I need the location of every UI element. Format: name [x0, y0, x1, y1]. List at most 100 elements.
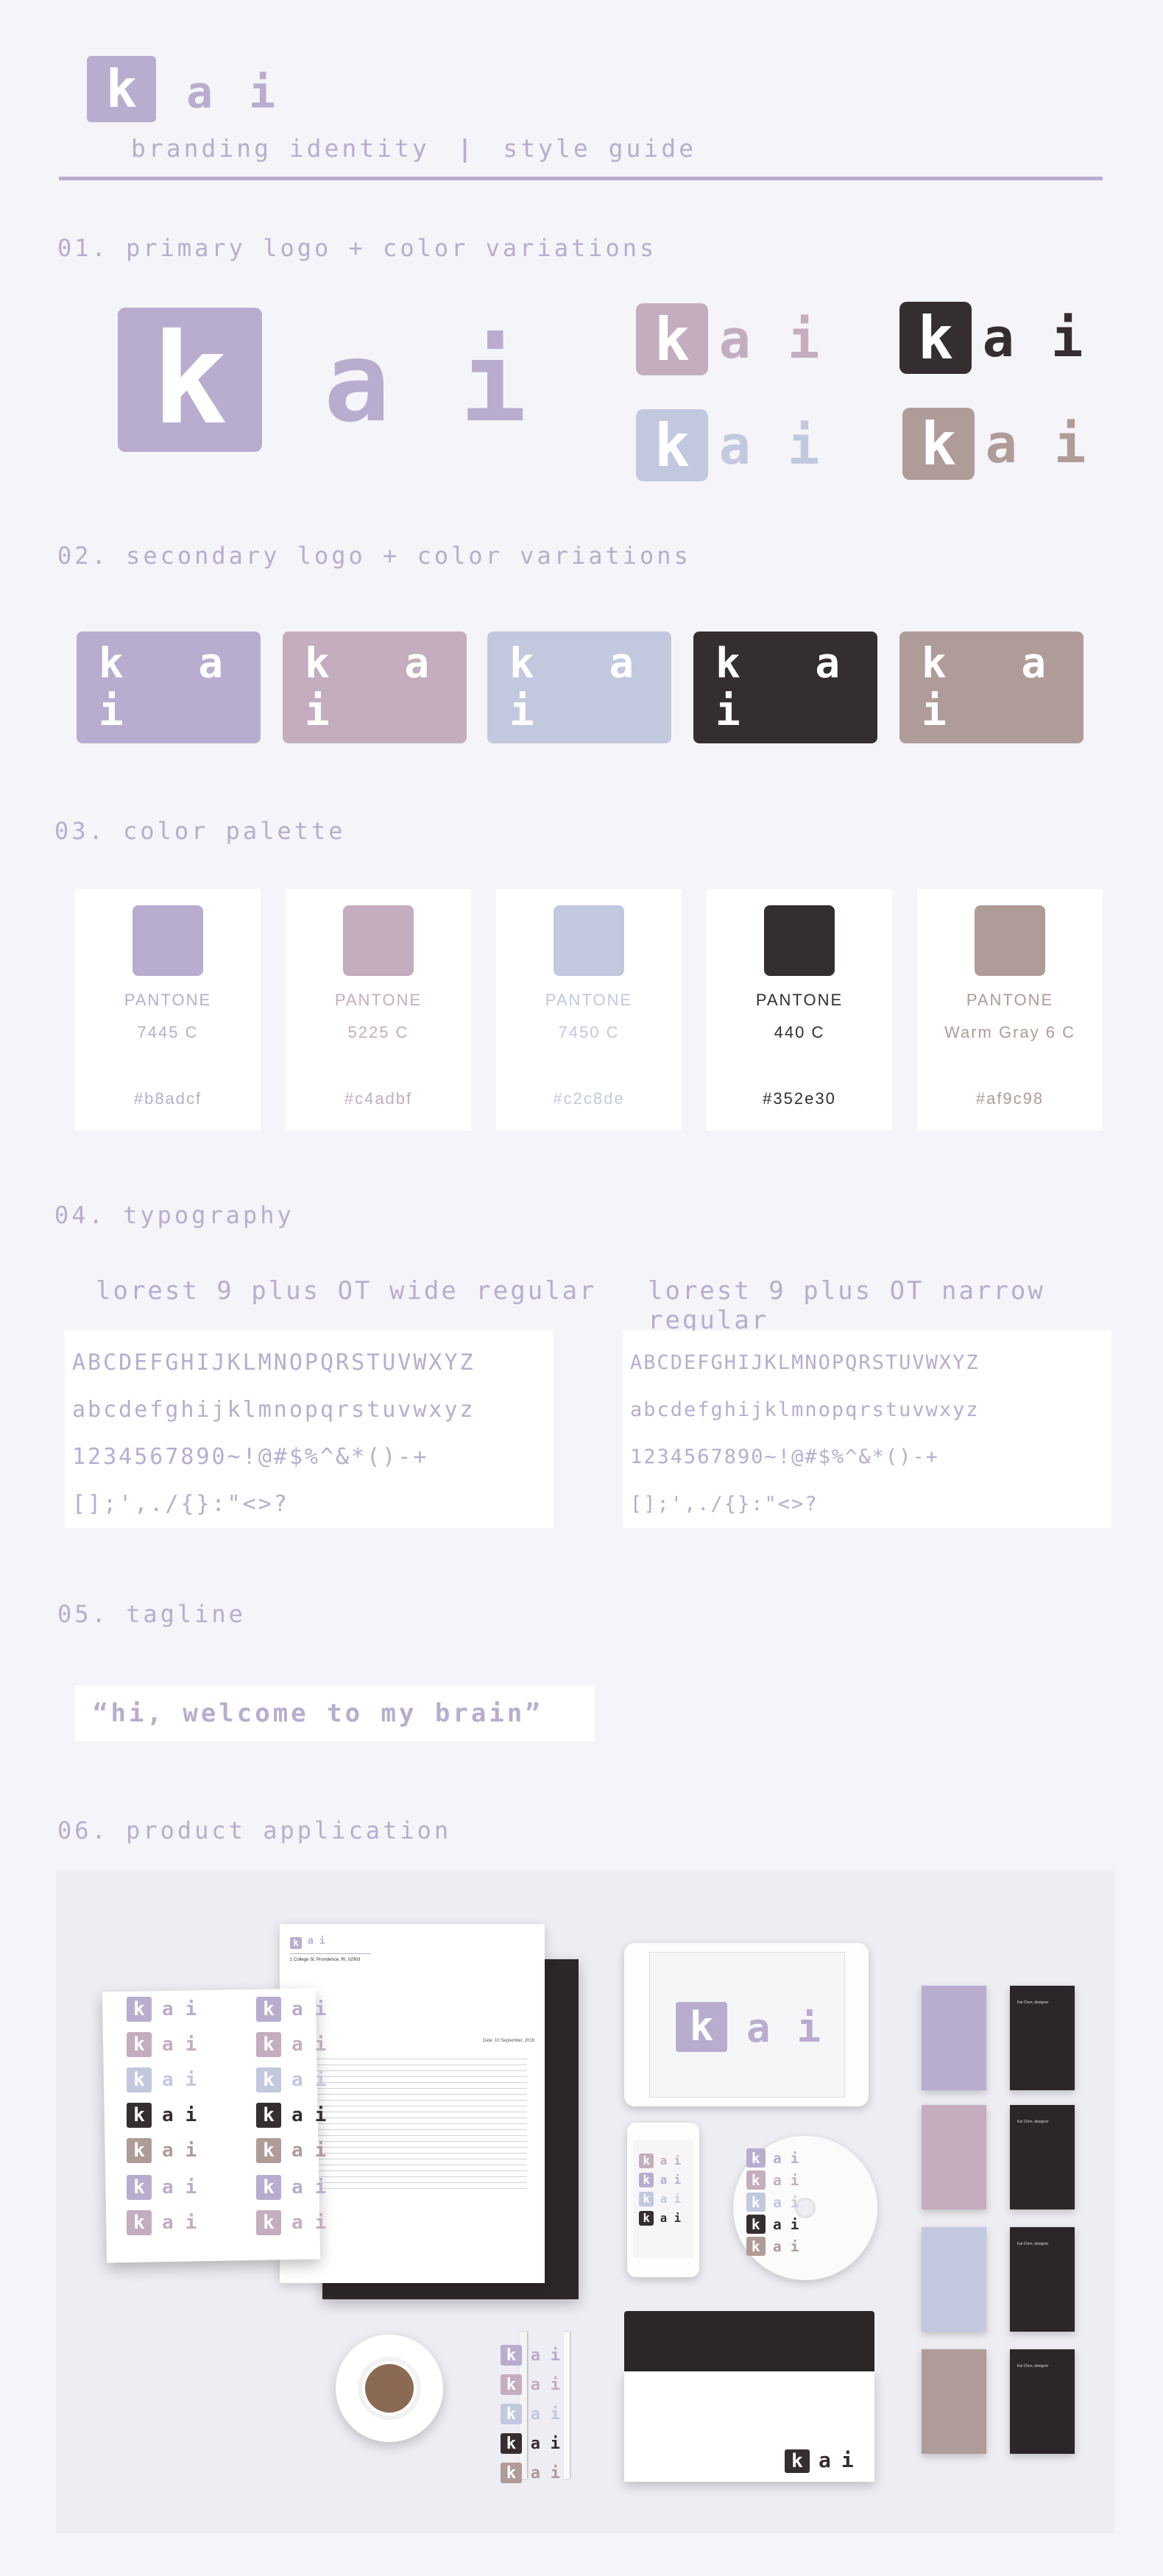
logo-row-ai: ai — [291, 2176, 339, 2198]
logo-row-ai: ai — [773, 2215, 808, 2233]
section-title-primary-logo: 01. primary logo + color variations — [57, 234, 657, 262]
tagline-text: “hi, welcome to my brain” — [93, 1699, 543, 1728]
business-card-back: Kai Chen, designer — [1010, 1986, 1075, 2090]
logo-row-ai: ai — [162, 2104, 209, 2126]
specimen-uppercase: ABCDEFGHIJKLMNOPQRSTUVWXYZ — [630, 1351, 980, 1374]
logo-row-ai: ai — [660, 2173, 688, 2187]
subtitle-branding: branding identity — [131, 134, 430, 163]
logo-row-ai: ai — [162, 2176, 209, 2198]
subtitle-separator: | — [457, 134, 476, 163]
logo-row-ai: ai — [660, 2212, 688, 2225]
secondary-logo-charcoal: k a i — [693, 631, 877, 743]
tablet-logo-k: k — [676, 2002, 727, 2052]
logo-row: k ai — [127, 2209, 208, 2236]
logo-row: k ai — [127, 2174, 208, 2201]
logo-row: k ai — [256, 2067, 338, 2093]
letterhead-body-lines — [309, 2053, 527, 2193]
logo-row: k ai — [639, 2205, 688, 2232]
letterhead-logo-k: k — [290, 1937, 302, 1949]
logo-row-k: k — [127, 2103, 152, 2128]
logo-row-ai: ai — [162, 1998, 209, 2020]
palette-card-mauve: PANTONE 5225 C #c4adbf — [286, 889, 471, 1130]
logo-row-ai: ai — [291, 2212, 339, 2234]
logo-row-ai: ai — [162, 2069, 209, 2091]
business-card-front-periwinkle — [922, 2227, 986, 2332]
logo-row-k: k — [256, 1997, 281, 2022]
logo-row-k: k — [127, 2032, 152, 2057]
logo-row-k: k — [256, 2067, 281, 2092]
product-mockup-scene: k ai 1 College St, Providence, RI, 02903… — [56, 1871, 1114, 2533]
logo-row: k ai — [501, 2430, 570, 2457]
variation-charcoal-ai: ai — [982, 307, 1120, 369]
primary-logo-k-box: k — [118, 307, 262, 453]
envelope-logo-k: k — [785, 2449, 810, 2473]
business-card-front-warmgray — [922, 2349, 986, 2454]
palette-card-warmgray: PANTONE Warm Gray 6 C #af9c98 — [917, 889, 1103, 1130]
logo-row: k ai — [256, 2102, 338, 2129]
section-title-typography: 04. typography — [54, 1201, 294, 1229]
specimen-lowercase: abcdefghijklmnopqrstuvwxyz — [72, 1397, 476, 1423]
primary-logo-i: i — [459, 319, 527, 447]
logo-row-ai: ai — [162, 2034, 209, 2056]
section-title-secondary-logo: 02. secondary logo + color variations — [57, 542, 691, 570]
palette-card-charcoal: PANTONE 440 C #352e30 — [707, 889, 892, 1130]
section-title-product-application: 06. product application — [57, 1816, 452, 1844]
tagline-box: “hi, welcome to my brain” — [75, 1685, 595, 1741]
variation-charcoal-k: k — [899, 302, 972, 374]
logo-row-k: k — [256, 2175, 281, 2200]
hex-code: #b8adcf — [133, 1089, 202, 1108]
section-title-color-palette: 03. color palette — [54, 817, 346, 845]
logo-row-k: k — [501, 2344, 522, 2366]
logo-row-ai: ai — [291, 2104, 339, 2126]
variation-periwinkle-ai: ai — [718, 414, 857, 476]
hex-code: #352e30 — [763, 1089, 836, 1108]
variation-warmgray-k: k — [902, 408, 975, 480]
logo-row: k ai — [256, 2031, 338, 2058]
logo-row-ai: ai — [162, 2212, 209, 2234]
logo-row-k: k — [746, 2170, 766, 2190]
business-card-back: Kai Chen, designer — [1010, 2349, 1075, 2454]
logo-row-k: k — [127, 2210, 152, 2235]
logo-row-ai: ai — [773, 2171, 808, 2189]
logo-row-k: k — [256, 2103, 281, 2128]
logo-row-ai: ai — [660, 2193, 688, 2206]
logo-row-k: k — [501, 2374, 522, 2396]
logo-row: k ai — [127, 2102, 208, 2129]
logo-row: k ai — [256, 1996, 338, 2023]
logo-row-k: k — [127, 2175, 152, 2200]
header-logo-k-box: k — [87, 56, 156, 122]
header-logo-i: i — [248, 67, 276, 118]
logo-row-k: k — [256, 2032, 281, 2057]
logo-row: k ai — [256, 2174, 338, 2201]
specimen-lowercase: abcdefghijklmnopqrstuvwxyz — [630, 1398, 980, 1421]
logo-row: k ai — [501, 2460, 570, 2486]
pantone-code: 5225 C — [347, 1023, 409, 1041]
header-logo-k: k — [105, 59, 138, 119]
logo-row-k: k — [639, 2210, 654, 2226]
pantone-code: 7450 C — [558, 1023, 620, 1041]
logo-row-k: k — [127, 2067, 152, 2092]
letterhead-address: 1 College St, Providence, RI, 02903 — [290, 1958, 361, 1962]
typography-wide-specimen: ABCDEFGHIJKLMNOPQRSTUVWXYZ abcdefghijklm… — [65, 1331, 554, 1528]
palette-card-lavender: PANTONE 7445 C #b8adcf — [75, 889, 261, 1130]
logo-row-ai: ai — [530, 2346, 570, 2365]
header-logo-a: a — [185, 67, 213, 118]
logo-row: k ai — [501, 2401, 570, 2427]
logo-row-k: k — [127, 1997, 152, 2022]
logo-row-k: k — [746, 2237, 766, 2256]
secondary-logo-periwinkle: k a i — [487, 631, 671, 743]
pantone-label: PANTONE — [124, 991, 212, 1009]
business-card-back: Kai Chen, designer — [1010, 2105, 1075, 2209]
logo-row: k ai — [256, 2137, 338, 2164]
business-card-back: Kai Chen, designer — [1010, 2227, 1075, 2332]
palette-swatch — [343, 905, 414, 976]
tablet-logo-ai: ai — [746, 2005, 848, 2051]
palette-swatch — [975, 905, 1045, 976]
business-card-front-lavender — [922, 1986, 986, 2090]
logo-row-ai: ai — [773, 2237, 808, 2255]
logo-row-ai: ai — [773, 2193, 808, 2211]
specimen-punctuation: [];',./{}:"<>? — [72, 1491, 289, 1517]
pantone-code: 440 C — [774, 1023, 825, 1041]
specimen-punctuation: [];',./{}:"<>? — [630, 1493, 819, 1515]
logo-row-ai: ai — [773, 2149, 808, 2167]
